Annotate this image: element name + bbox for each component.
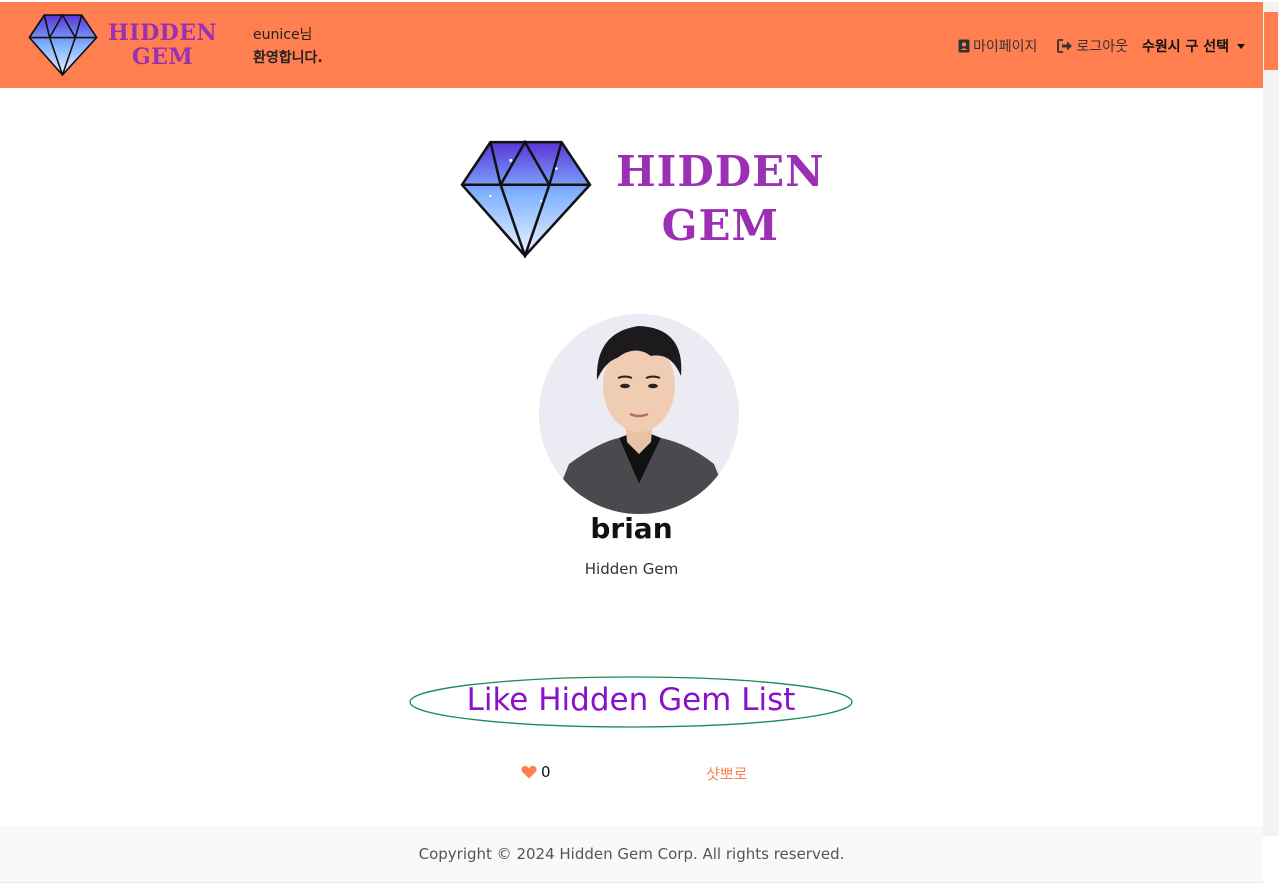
navbar: HIDDEN GEM eunice님 환영합니다. 마이페이지 로그아웃 수원시… bbox=[0, 2, 1263, 88]
address-book-icon bbox=[958, 39, 970, 53]
brand-name: HIDDEN GEM bbox=[108, 21, 217, 69]
profile-subtitle: Hidden Gem bbox=[584, 560, 679, 578]
footer-copyright: Copyright © 2024 Hidden Gem Corp. All ri… bbox=[418, 845, 845, 863]
scrollbar-thumb[interactable] bbox=[1264, 12, 1278, 70]
welcome-greeting: 환영합니다. bbox=[253, 50, 323, 66]
sign-out-icon bbox=[1057, 39, 1073, 53]
caret-down-icon bbox=[1237, 43, 1245, 49]
welcome-message: eunice님 환영합니다. bbox=[253, 24, 323, 70]
hero-line1: HIDDEN bbox=[616, 147, 825, 196]
profile-name: brian bbox=[590, 512, 673, 545]
profile-avatar bbox=[539, 314, 739, 514]
like-count-value: 0 bbox=[541, 763, 551, 781]
region-select-label: 수원시 구 선택 bbox=[1141, 39, 1229, 55]
hero-line2: GEM bbox=[661, 201, 779, 250]
brand-line2: GEM bbox=[131, 44, 194, 70]
place-name-link[interactable]: 샷뽀로 bbox=[706, 763, 747, 784]
mypage-link[interactable]: 마이페이지 bbox=[958, 36, 1037, 56]
gem-logo-icon bbox=[28, 14, 98, 76]
welcome-username: eunice님 bbox=[253, 27, 313, 43]
like-list-title: Like Hidden Gem List bbox=[466, 682, 796, 718]
mypage-label: 마이페이지 bbox=[973, 39, 1038, 55]
hero-gem-icon bbox=[460, 140, 592, 258]
heart-icon bbox=[521, 765, 537, 779]
profile-photo bbox=[539, 314, 739, 514]
brand-logo-link[interactable]: HIDDEN GEM bbox=[28, 14, 217, 76]
footer: Copyright © 2024 Hidden Gem Corp. All ri… bbox=[0, 826, 1263, 883]
hero-logo: HIDDEN GEM bbox=[460, 140, 825, 258]
logout-link[interactable]: 로그아웃 bbox=[1057, 36, 1128, 56]
brand-line1: HIDDEN bbox=[108, 20, 218, 46]
hero-title: HIDDEN GEM bbox=[616, 145, 825, 253]
like-count[interactable]: 0 bbox=[521, 763, 551, 781]
scrollbar-track[interactable] bbox=[1263, 2, 1279, 836]
logout-label: 로그아웃 bbox=[1076, 39, 1128, 55]
nav-right-menu: 마이페이지 로그아웃 수원시 구 선택 bbox=[958, 36, 1245, 56]
like-list-heading: Like Hidden Gem List bbox=[409, 676, 853, 728]
region-select-dropdown[interactable]: 수원시 구 선택 bbox=[1142, 36, 1245, 56]
